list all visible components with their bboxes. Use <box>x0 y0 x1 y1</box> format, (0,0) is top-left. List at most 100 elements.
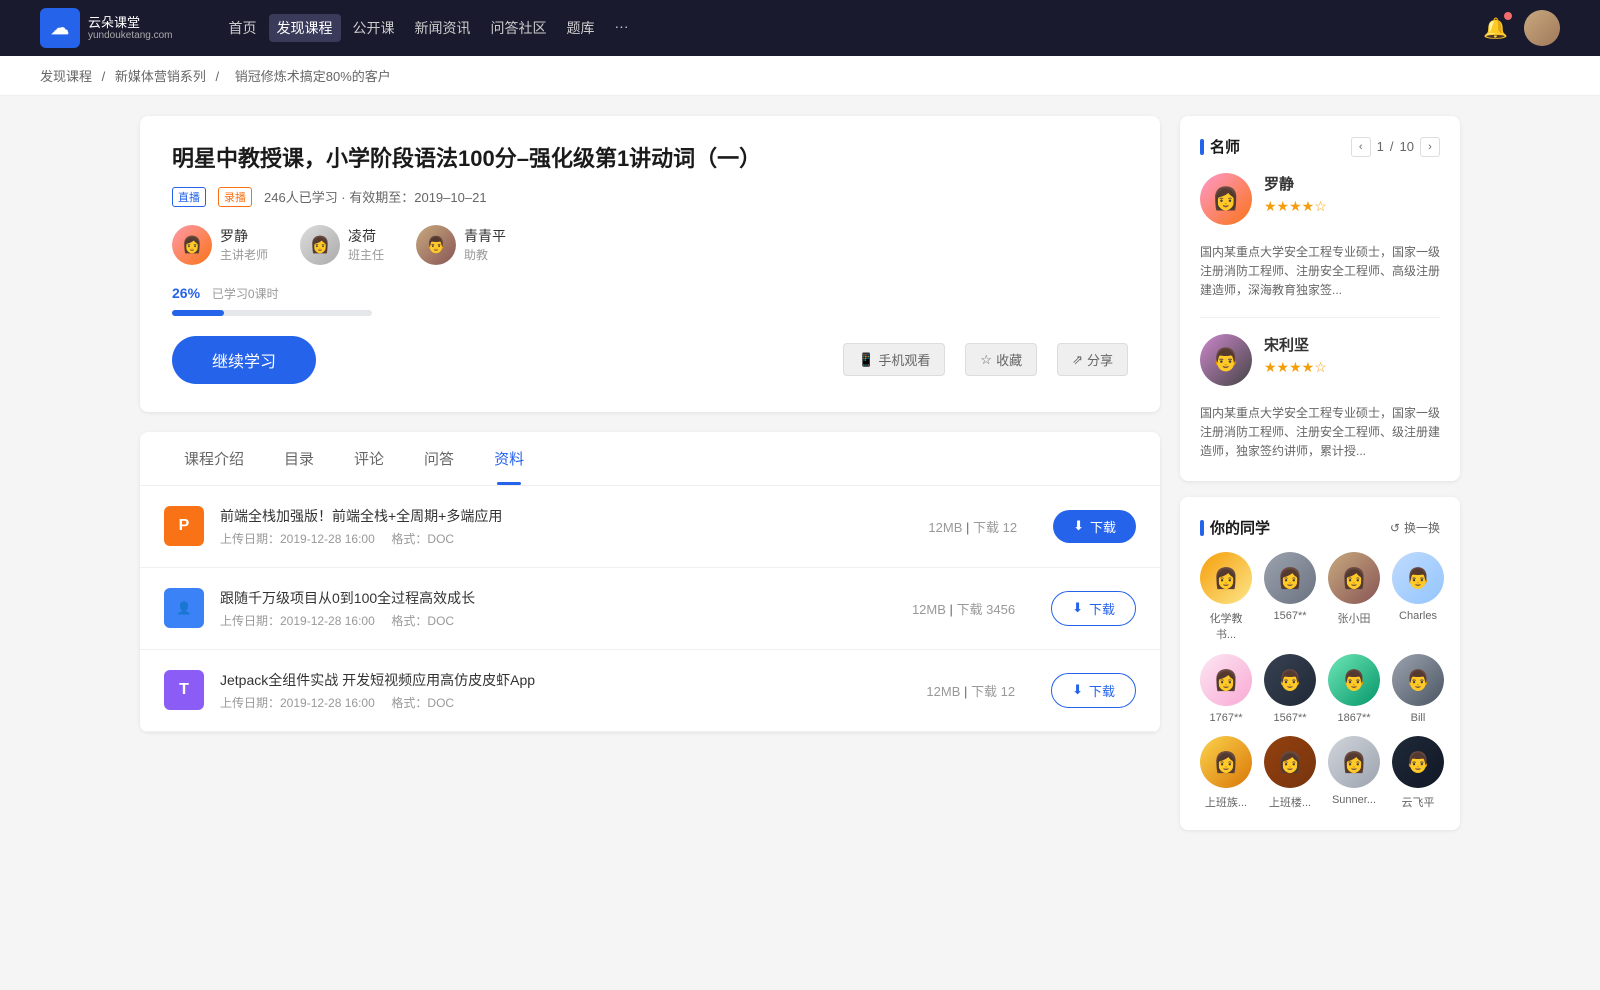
teacher-role-1: 班主任 <box>348 246 384 263</box>
teacher-avatar-1: 👩 <box>300 225 340 265</box>
logo[interactable]: ☁ 云朵课堂 yundouketang.com <box>40 8 173 48</box>
classmate-item-6[interactable]: 👨 1867** <box>1328 654 1380 724</box>
nav-more[interactable]: ··· <box>607 14 637 42</box>
teacher-name-0: 罗静 <box>220 226 268 246</box>
nav-qa[interactable]: 问答社区 <box>483 14 555 42</box>
user-avatar[interactable] <box>1524 10 1560 46</box>
share-label: 分享 <box>1087 350 1113 369</box>
classmate-item-3[interactable]: 👨 Charles <box>1392 552 1444 642</box>
resource-meta-2: 上传日期：2019-12-28 16:00 格式：DOC <box>220 694 910 711</box>
teacher-big-avatar-0: 👩 <box>1200 173 1252 225</box>
classmate-item-9[interactable]: 👩 上班楼... <box>1264 736 1316 810</box>
classmate-avatar-4: 👩 <box>1200 654 1252 706</box>
classmate-item-10[interactable]: 👩 Sunner... <box>1328 736 1380 810</box>
badge-record: 录播 <box>218 187 252 207</box>
refresh-classmates-btn[interactable]: ↺ 换一换 <box>1390 519 1440 536</box>
teacher-avatar-2: 👨 <box>416 225 456 265</box>
classmate-item-8[interactable]: 👩 上班族... <box>1200 736 1252 810</box>
resource-stats-2: 12MB | 下载 12 <box>926 681 1015 700</box>
continue-button[interactable]: 继续学习 <box>172 336 316 384</box>
classmate-name-5: 1567** <box>1273 712 1306 724</box>
breadcrumb-series[interactable]: 新媒体营销系列 <box>115 69 206 84</box>
resource-title-1: 跟随千万级项目从0到100全过程高效成长 <box>220 588 896 608</box>
teacher-profile-0: 👩 罗静 ★★★★☆ <box>1200 173 1440 225</box>
download-icon-0: ⬇ <box>1073 518 1084 534</box>
nav-home[interactable]: 首页 <box>221 14 265 42</box>
prev-teacher-btn[interactable]: ‹ <box>1351 137 1371 157</box>
classmate-item-5[interactable]: 👨 1567** <box>1264 654 1316 724</box>
classmate-avatar-1: 👩 <box>1264 552 1316 604</box>
teacher-profile-info-1: 宋利坚 ★★★★☆ <box>1264 334 1327 376</box>
classmate-avatar-11: 👨 <box>1392 736 1444 788</box>
breadcrumb-courses[interactable]: 发现课程 <box>40 69 92 84</box>
teachers-card: 名师 ‹ 1/10 › 👩 罗静 ★★★★☆ <box>1180 116 1460 481</box>
nav-quiz[interactable]: 题库 <box>559 14 603 42</box>
teacher-stars-1: ★★★★☆ <box>1264 359 1327 376</box>
resource-stats-0: 12MB | 下载 12 <box>928 517 1017 536</box>
resource-icon-letter-2: T <box>179 681 189 699</box>
resource-meta-1: 上传日期：2019-12-28 16:00 格式：DOC <box>220 612 896 629</box>
teacher-info-1: 凌荷 班主任 <box>348 226 384 263</box>
teacher-name-2: 青青平 <box>464 226 506 246</box>
tab-intro[interactable]: 课程介绍 <box>164 432 264 485</box>
course-meta: 直播 录播 246人已学习 · 有效期至：2019–10–21 <box>172 187 1128 207</box>
classmate-name-1: 1567** <box>1273 610 1306 622</box>
favorite-button[interactable]: ☆ 收藏 <box>965 343 1037 376</box>
tab-reviews[interactable]: 评论 <box>334 432 404 485</box>
classmate-item-1[interactable]: 👩 1567** <box>1264 552 1316 642</box>
tab-content: P 前端全栈加强版！前端全栈+全周期+多端应用 上传日期：2019-12-28 … <box>140 486 1160 732</box>
favorite-label: 收藏 <box>996 350 1022 369</box>
classmate-avatar-8: 👩 <box>1200 736 1252 788</box>
download-icon-1: ⬇ <box>1072 600 1083 616</box>
classmate-name-11: 云飞平 <box>1402 794 1435 810</box>
teacher-role-0: 主讲老师 <box>220 246 268 263</box>
nav-news[interactable]: 新闻资讯 <box>407 14 479 42</box>
notification-badge <box>1504 12 1512 20</box>
nav-open-course[interactable]: 公开课 <box>345 14 403 42</box>
main-nav: 首页 发现课程 公开课 新闻资讯 问答社区 题库 ··· <box>221 14 637 42</box>
classmate-name-7: Bill <box>1411 712 1426 724</box>
classmate-avatar-3: 👨 <box>1392 552 1444 604</box>
teacher-profile-info-0: 罗静 ★★★★☆ <box>1264 173 1327 215</box>
classmate-item-11[interactable]: 👨 云飞平 <box>1392 736 1444 810</box>
logo-text-area: 云朵课堂 yundouketang.com <box>88 15 173 42</box>
download-button-0[interactable]: ⬇ 下载 <box>1053 510 1136 543</box>
classmate-item-7[interactable]: 👨 Bill <box>1392 654 1444 724</box>
notification-bell[interactable]: 🔔 <box>1483 16 1508 41</box>
classmates-title: 你的同学 <box>1200 517 1270 538</box>
classmate-avatar-7: 👨 <box>1392 654 1444 706</box>
classmate-name-3: Charles <box>1399 610 1437 622</box>
course-title: 明星中教授课，小学阶段语法100分–强化级第1讲动词（一） <box>172 144 1128 175</box>
teacher-profile-1: 👨 宋利坚 ★★★★☆ <box>1200 334 1440 386</box>
share-button[interactable]: ⇗ 分享 <box>1057 343 1128 376</box>
breadcrumb-sep-2: / <box>216 69 223 84</box>
divider-0 <box>1200 317 1440 318</box>
logo-icon: ☁ <box>40 8 80 48</box>
tabs-nav: 课程介绍 目录 评论 问答 资料 <box>140 432 1160 486</box>
classmate-name-2: 张小田 <box>1338 610 1371 626</box>
share-icon: ⇗ <box>1072 352 1083 368</box>
classmates-grid: 👩 化学教书... 👩 1567** 👩 张小田 <box>1200 552 1440 810</box>
progress-section: 26% 已学习0课时 <box>172 285 1128 316</box>
course-header-card: 明星中教授课，小学阶段语法100分–强化级第1讲动词（一） 直播 录播 246人… <box>140 116 1160 412</box>
teachers-card-title: 名师 <box>1200 136 1240 157</box>
nav-courses[interactable]: 发现课程 <box>269 14 341 42</box>
teachers-card-header: 名师 ‹ 1/10 › <box>1200 136 1440 157</box>
next-teacher-btn[interactable]: › <box>1420 137 1440 157</box>
mobile-icon: 📱 <box>858 352 874 368</box>
classmate-item-2[interactable]: 👩 张小田 <box>1328 552 1380 642</box>
classmate-name-4: 1767** <box>1209 712 1242 724</box>
classmate-avatar-0: 👩 <box>1200 552 1252 604</box>
resource-title-0: 前端全栈加强版！前端全栈+全周期+多端应用 <box>220 506 912 526</box>
classmates-card: 你的同学 ↺ 换一换 👩 化学教书... 👩 <box>1180 497 1460 830</box>
download-button-2[interactable]: ⬇ 下载 <box>1051 673 1136 708</box>
mobile-view-button[interactable]: 📱 手机观看 <box>843 343 945 376</box>
classmate-item-4[interactable]: 👩 1767** <box>1200 654 1252 724</box>
classmate-name-8: 上班族... <box>1205 794 1247 810</box>
tab-catalog[interactable]: 目录 <box>264 432 334 485</box>
tab-qa[interactable]: 问答 <box>404 432 474 485</box>
tab-resources[interactable]: 资料 <box>474 432 544 485</box>
download-button-1[interactable]: ⬇ 下载 <box>1051 591 1136 626</box>
classmate-item-0[interactable]: 👩 化学教书... <box>1200 552 1252 642</box>
teacher-info-2: 青青平 助教 <box>464 226 506 263</box>
